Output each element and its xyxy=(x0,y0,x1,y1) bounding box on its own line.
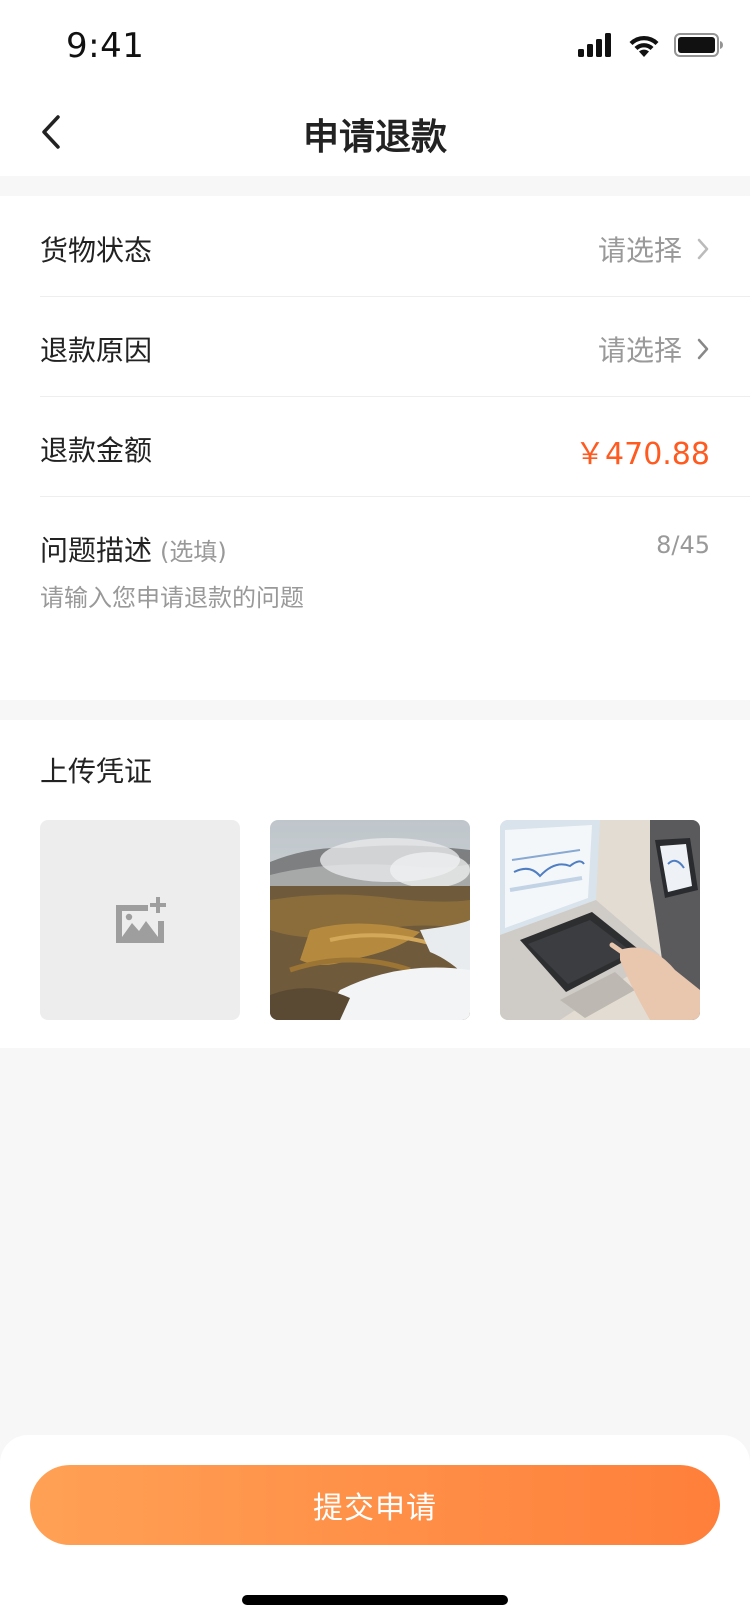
refund-reason-label: 退款原因 xyxy=(40,334,153,367)
status-bar: 9:41 xyxy=(0,0,750,88)
signal-icon xyxy=(578,33,611,57)
goods-status-value: 请选择 xyxy=(597,234,682,267)
status-icons xyxy=(578,30,724,60)
home-indicator xyxy=(242,1595,508,1605)
refund-reason-row[interactable]: 退款原因 请选择 xyxy=(40,296,750,397)
description-optional-tag: (选填) xyxy=(160,538,227,566)
goods-status-row[interactable]: 货物状态 请选择 xyxy=(40,196,750,297)
uploaded-photo[interactable] xyxy=(270,820,470,1020)
chevron-right-icon xyxy=(696,237,710,261)
refund-amount-value: ￥470.88 xyxy=(575,437,710,472)
description-label-text: 问题描述 xyxy=(40,534,153,567)
refund-reason-value: 请选择 xyxy=(597,334,682,367)
status-time: 9:41 xyxy=(66,26,145,66)
add-photo-button[interactable] xyxy=(40,820,240,1020)
chevron-right-icon xyxy=(696,337,710,361)
nav-bar: 申请退款 xyxy=(0,88,750,176)
goods-status-select[interactable]: 请选择 xyxy=(598,229,710,269)
refund-amount-label: 退款金额 xyxy=(40,434,153,467)
add-image-icon xyxy=(116,897,166,943)
goods-status-label: 货物状态 xyxy=(40,234,153,267)
refund-reason-select[interactable]: 请选择 xyxy=(598,329,710,369)
upload-section: 上传凭证 xyxy=(0,720,750,1048)
laptop-photo xyxy=(500,820,700,1020)
page-title: 申请退款 xyxy=(302,117,447,158)
uploaded-photo[interactable] xyxy=(500,820,700,1020)
refund-amount-wrap: ￥470.88 xyxy=(575,429,710,473)
description-input[interactable] xyxy=(40,584,680,612)
wifi-icon xyxy=(629,35,659,57)
battery-icon xyxy=(674,33,723,57)
refund-amount-row: 退款金额 ￥470.88 xyxy=(40,396,750,497)
description-section: 问题描述 (选填) 8/45 xyxy=(40,496,710,696)
description-char-count: 8/45 xyxy=(656,531,710,559)
landscape-photo xyxy=(270,820,470,1020)
description-label: 问题描述 (选填) xyxy=(40,529,227,569)
upload-grid xyxy=(40,820,700,1020)
refund-form: 货物状态 请选择 退款原因 请选择 退款金额 ￥470.88 问题描述 (选填) … xyxy=(0,196,750,700)
upload-title: 上传凭证 xyxy=(40,755,153,788)
submit-button[interactable]: 提交申请 xyxy=(30,1465,720,1545)
